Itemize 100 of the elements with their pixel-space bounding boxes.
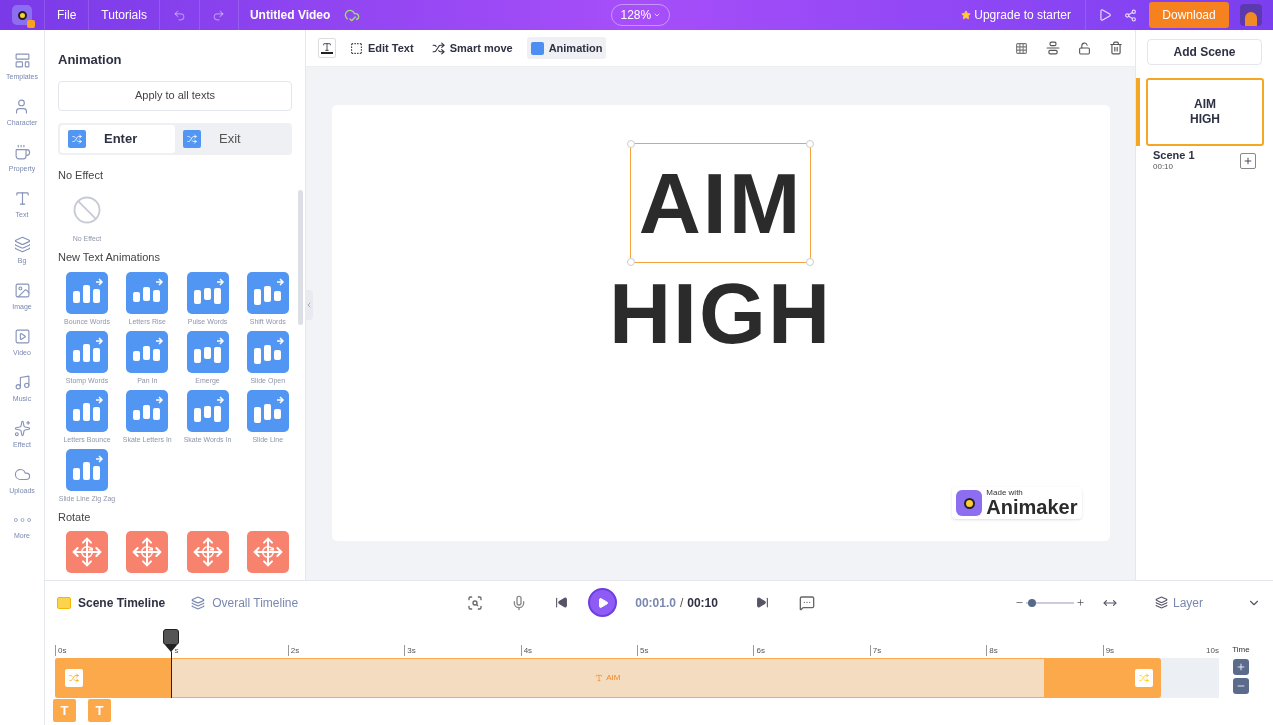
time-separator: /: [679, 594, 684, 612]
animation-icon: [183, 129, 201, 148]
toolbar-button[interactable]: Smart move: [427, 37, 517, 59]
add-scene-button[interactable]: Add Scene: [1147, 39, 1262, 65]
redo-icon: [212, 8, 226, 22]
animation-icon: [126, 389, 169, 432]
scene-thumbnail[interactable]: AIM HIGH: [1146, 78, 1264, 146]
more-icon: [13, 518, 31, 522]
animation-tab[interactable]: Enter: [60, 124, 175, 153]
next-icon[interactable]: [755, 596, 769, 609]
cloud-icon: [13, 466, 31, 483]
animation-icon: [1134, 669, 1153, 687]
animation-tab[interactable]: Exit: [175, 124, 290, 153]
menu-button[interactable]: Tutorials: [88, 0, 159, 30]
user-avatar[interactable]: [1240, 4, 1262, 26]
time-tick: 2s: [287, 645, 405, 656]
section-title: No Effect: [58, 167, 105, 183]
text-frame-icon: [350, 41, 363, 55]
play-icon: [596, 596, 609, 609]
video-icon: [13, 328, 31, 345]
plus-icon: [1236, 662, 1246, 672]
previous-icon[interactable]: [555, 596, 569, 609]
transparency-icon[interactable]: [1015, 41, 1028, 55]
time-label: Time: [1232, 644, 1250, 656]
text-icon: [322, 42, 332, 52]
section-title: Rotate: [58, 509, 92, 525]
time-tick: 7s: [869, 645, 987, 656]
template-icon: [13, 52, 31, 69]
no-effect-icon: [72, 195, 102, 225]
preview-icon[interactable]: [1098, 8, 1112, 22]
watermark-caption: Made with: [986, 489, 1024, 497]
download-button[interactable]: Download: [1149, 2, 1229, 28]
star-icon: [961, 10, 972, 20]
upgrade-link[interactable]: Upgrade to starter: [961, 6, 1071, 24]
slider-thumb[interactable]: [1027, 598, 1036, 607]
play-button[interactable]: [588, 588, 618, 617]
timeline-tab[interactable]: Scene Timeline: [57, 593, 166, 612]
layer-button[interactable]: Layer: [1154, 593, 1203, 612]
time-tick: 3s: [404, 645, 521, 656]
rotate-animation-icon: [186, 531, 229, 573]
toolbar-button[interactable]: Animation: [526, 37, 607, 59]
cloud-saved-icon: [344, 7, 361, 23]
scene-name: Scene 1: [1153, 150, 1196, 161]
time-tick: 5s: [637, 645, 754, 656]
animation-icon: [186, 271, 229, 314]
animation-icon: [68, 129, 86, 148]
layers-icon: [1154, 596, 1168, 609]
animation-icon: [126, 330, 169, 373]
align-icon[interactable]: [1046, 41, 1060, 55]
zoom-out-button[interactable]: [1233, 678, 1249, 694]
animation-icon: [126, 271, 169, 314]
share-icon[interactable]: [1124, 8, 1137, 22]
plus-icon: [1243, 156, 1253, 166]
scene-duration: 00:10: [1153, 161, 1175, 172]
text-clip[interactable]: AIM: [171, 658, 1045, 698]
timeline-tab[interactable]: Overall Timeline: [191, 593, 299, 612]
text-icon: [13, 190, 31, 207]
animation-icon: [246, 330, 289, 373]
total-time: 00:10: [687, 594, 718, 612]
menu-button[interactable]: File: [44, 0, 89, 30]
rotate-animation-icon: [126, 531, 169, 573]
text-color-button[interactable]: [318, 38, 336, 58]
subtitle-icon[interactable]: [798, 594, 815, 611]
current-time: 00:01.0: [635, 594, 676, 612]
video-title[interactable]: Untitled Video: [249, 6, 331, 24]
animation-icon: [66, 448, 108, 491]
animation-icon: [530, 41, 544, 55]
add-button[interactable]: [1240, 153, 1256, 169]
watermark-brand: Animaker: [986, 497, 1078, 517]
zoom-in-button[interactable]: [1233, 659, 1249, 675]
brand-logo: [956, 490, 983, 516]
image-icon: [13, 282, 31, 299]
undo-icon: [172, 8, 186, 22]
app-logo[interactable]: [12, 5, 32, 25]
animation-icon: [186, 330, 229, 373]
focus-icon[interactable]: [467, 594, 484, 611]
animation-icon: [66, 330, 108, 373]
animation-icon: [186, 389, 229, 432]
cup-icon: [13, 144, 31, 161]
toolbar-button[interactable]: Edit Text: [346, 37, 418, 59]
time-tick: s: [171, 645, 288, 656]
apply-all-button[interactable]: Apply to all texts: [58, 80, 292, 111]
animation-icon: [246, 271, 289, 314]
layers-icon: [13, 236, 31, 253]
caret-icon: [653, 11, 662, 19]
zoom-slider[interactable]: [1025, 601, 1074, 604]
animation-icon: [246, 389, 289, 432]
music-icon: [13, 374, 31, 391]
animation-icon: [66, 271, 108, 314]
time-tick: 10s: [1206, 645, 1219, 656]
section-title: New Text Animations: [58, 250, 161, 265]
sparkles-icon: [13, 420, 31, 437]
playhead-handle[interactable]: [163, 629, 180, 645]
delete-icon[interactable]: [1109, 41, 1123, 55]
time-tick: 8s: [986, 645, 1103, 656]
shuffle-icon: [431, 41, 445, 55]
lock-icon[interactable]: [1078, 41, 1091, 55]
zoom-in-icon[interactable]: [1075, 598, 1085, 607]
time-tick: 6s: [753, 645, 870, 656]
canvas-text[interactable]: HIGH: [601, 262, 840, 364]
